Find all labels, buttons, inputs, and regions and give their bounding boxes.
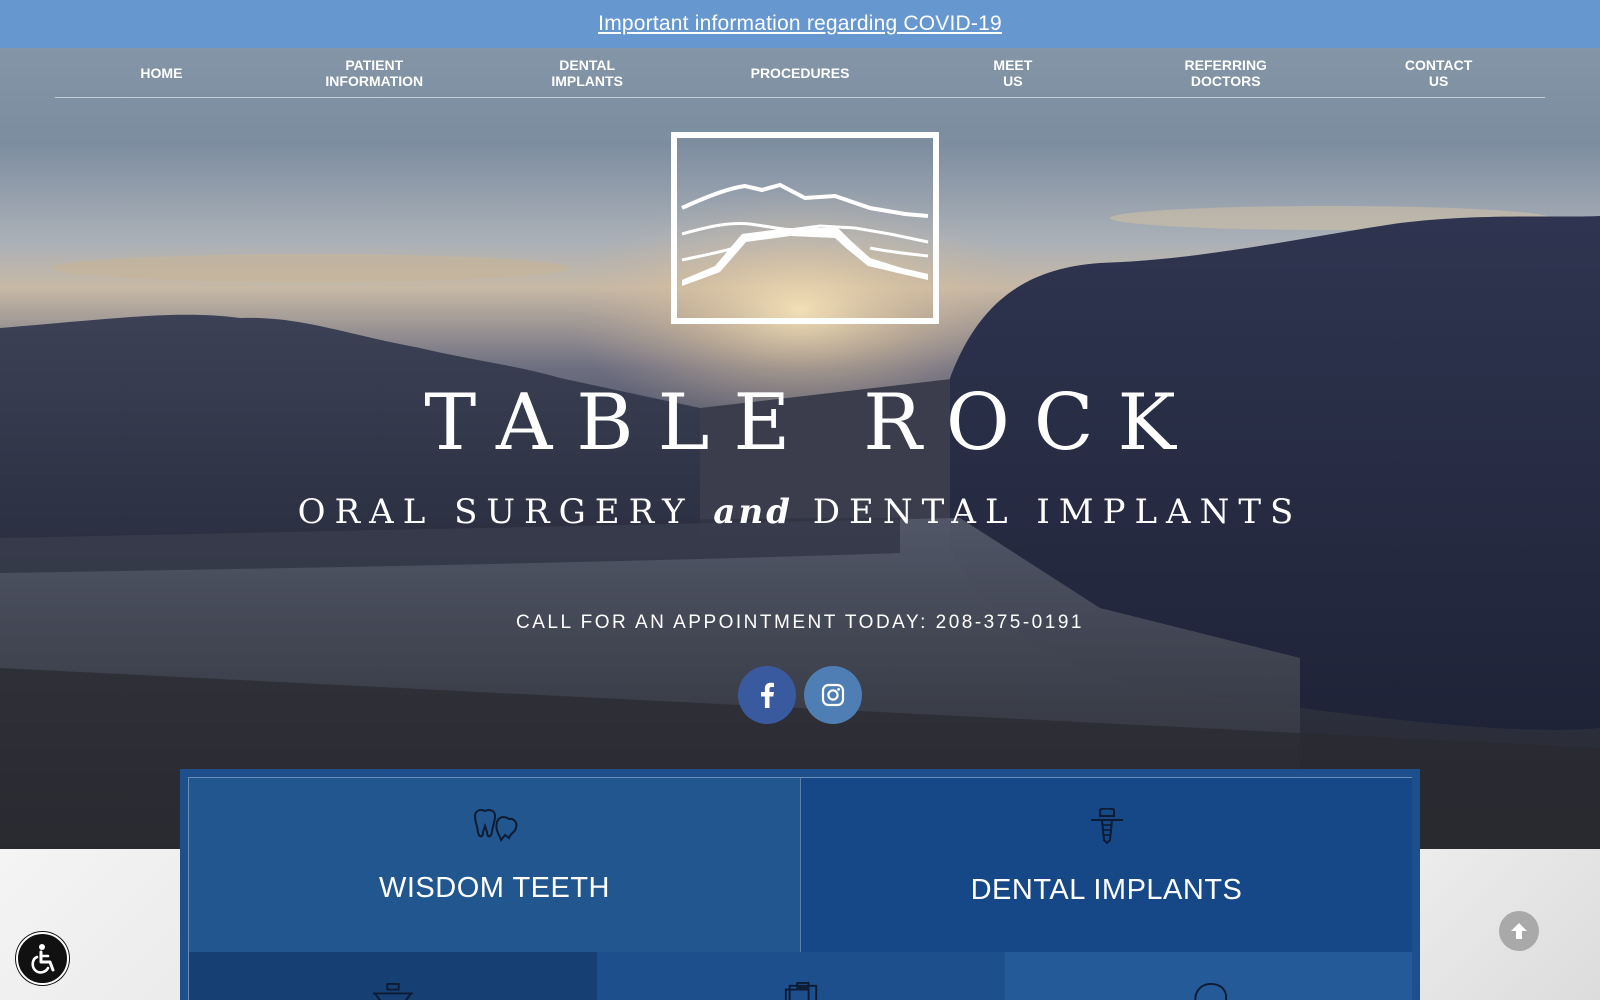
nav-dental-implants[interactable]: DENTAL IMPLANTS (481, 48, 694, 97)
scroll-to-top-button[interactable] (1499, 911, 1539, 951)
service-label-wisdom-teeth: WISDOM TEETH (378, 872, 611, 904)
instagram-button[interactable] (804, 666, 862, 724)
nav-patient-information[interactable]: PATIENT INFORMATION (268, 48, 481, 97)
wheelchair-icon (30, 943, 54, 974)
nav-home[interactable]: HOME (55, 48, 268, 97)
service-label-dental-implants: DENTAL IMPLANTS (970, 874, 1243, 906)
brand-subtitle-part1: ORAL SURGERY (297, 492, 694, 532)
brand-subtitle-and: and (713, 492, 793, 532)
service-tile-wisdom-teeth[interactable]: WISDOM TEETH (189, 778, 801, 952)
wisdom-teeth-icon (473, 809, 517, 842)
accessibility-button[interactable] (16, 932, 69, 985)
brand-subtitle-part2: DENTAL IMPLANTS (812, 492, 1303, 532)
services-panel: WISDOM TEETH DENTAL IMPLANTS (180, 769, 1420, 1000)
table-rock-logo-icon (671, 132, 939, 324)
social-links (738, 666, 862, 724)
service-tile-3[interactable] (189, 952, 597, 1000)
service-tile-4[interactable] (597, 952, 1005, 1000)
head-profile-icon (1193, 982, 1227, 1000)
instagram-icon (821, 683, 845, 707)
hero-section: HOME PATIENT INFORMATION DENTAL IMPLANTS… (0, 48, 1600, 849)
brand-title: TABLE ROCK (424, 378, 1200, 468)
covid-info-link[interactable]: Important information regarding COVID-19 (598, 12, 1002, 36)
implant-bridge-icon (373, 982, 413, 1000)
call-to-action-phone: CALL FOR AN APPOINTMENT TODAY: 208-375-0… (516, 612, 1084, 633)
arrow-up-icon (1511, 923, 1527, 939)
facebook-icon (761, 682, 774, 708)
main-nav: HOME PATIENT INFORMATION DENTAL IMPLANTS… (55, 48, 1545, 98)
nav-procedures[interactable]: PROCEDURES (694, 48, 907, 97)
nav-contact-us[interactable]: CONTACT US (1332, 48, 1545, 97)
covid-banner: Important information regarding COVID-19 (0, 0, 1600, 48)
brand-subtitle: ORAL SURGERY and DENTAL IMPLANTS (0, 492, 1600, 532)
facebook-button[interactable] (738, 666, 796, 724)
service-tile-dental-implants[interactable]: DENTAL IMPLANTS (801, 778, 1412, 952)
nav-referring-doctors[interactable]: REFERRING DOCTORS (1119, 48, 1332, 97)
clipboard-icon (784, 982, 818, 1000)
nav-meet-us[interactable]: MEET US (906, 48, 1119, 97)
dental-implant-icon (1090, 808, 1123, 844)
service-tile-5[interactable] (1005, 952, 1412, 1000)
